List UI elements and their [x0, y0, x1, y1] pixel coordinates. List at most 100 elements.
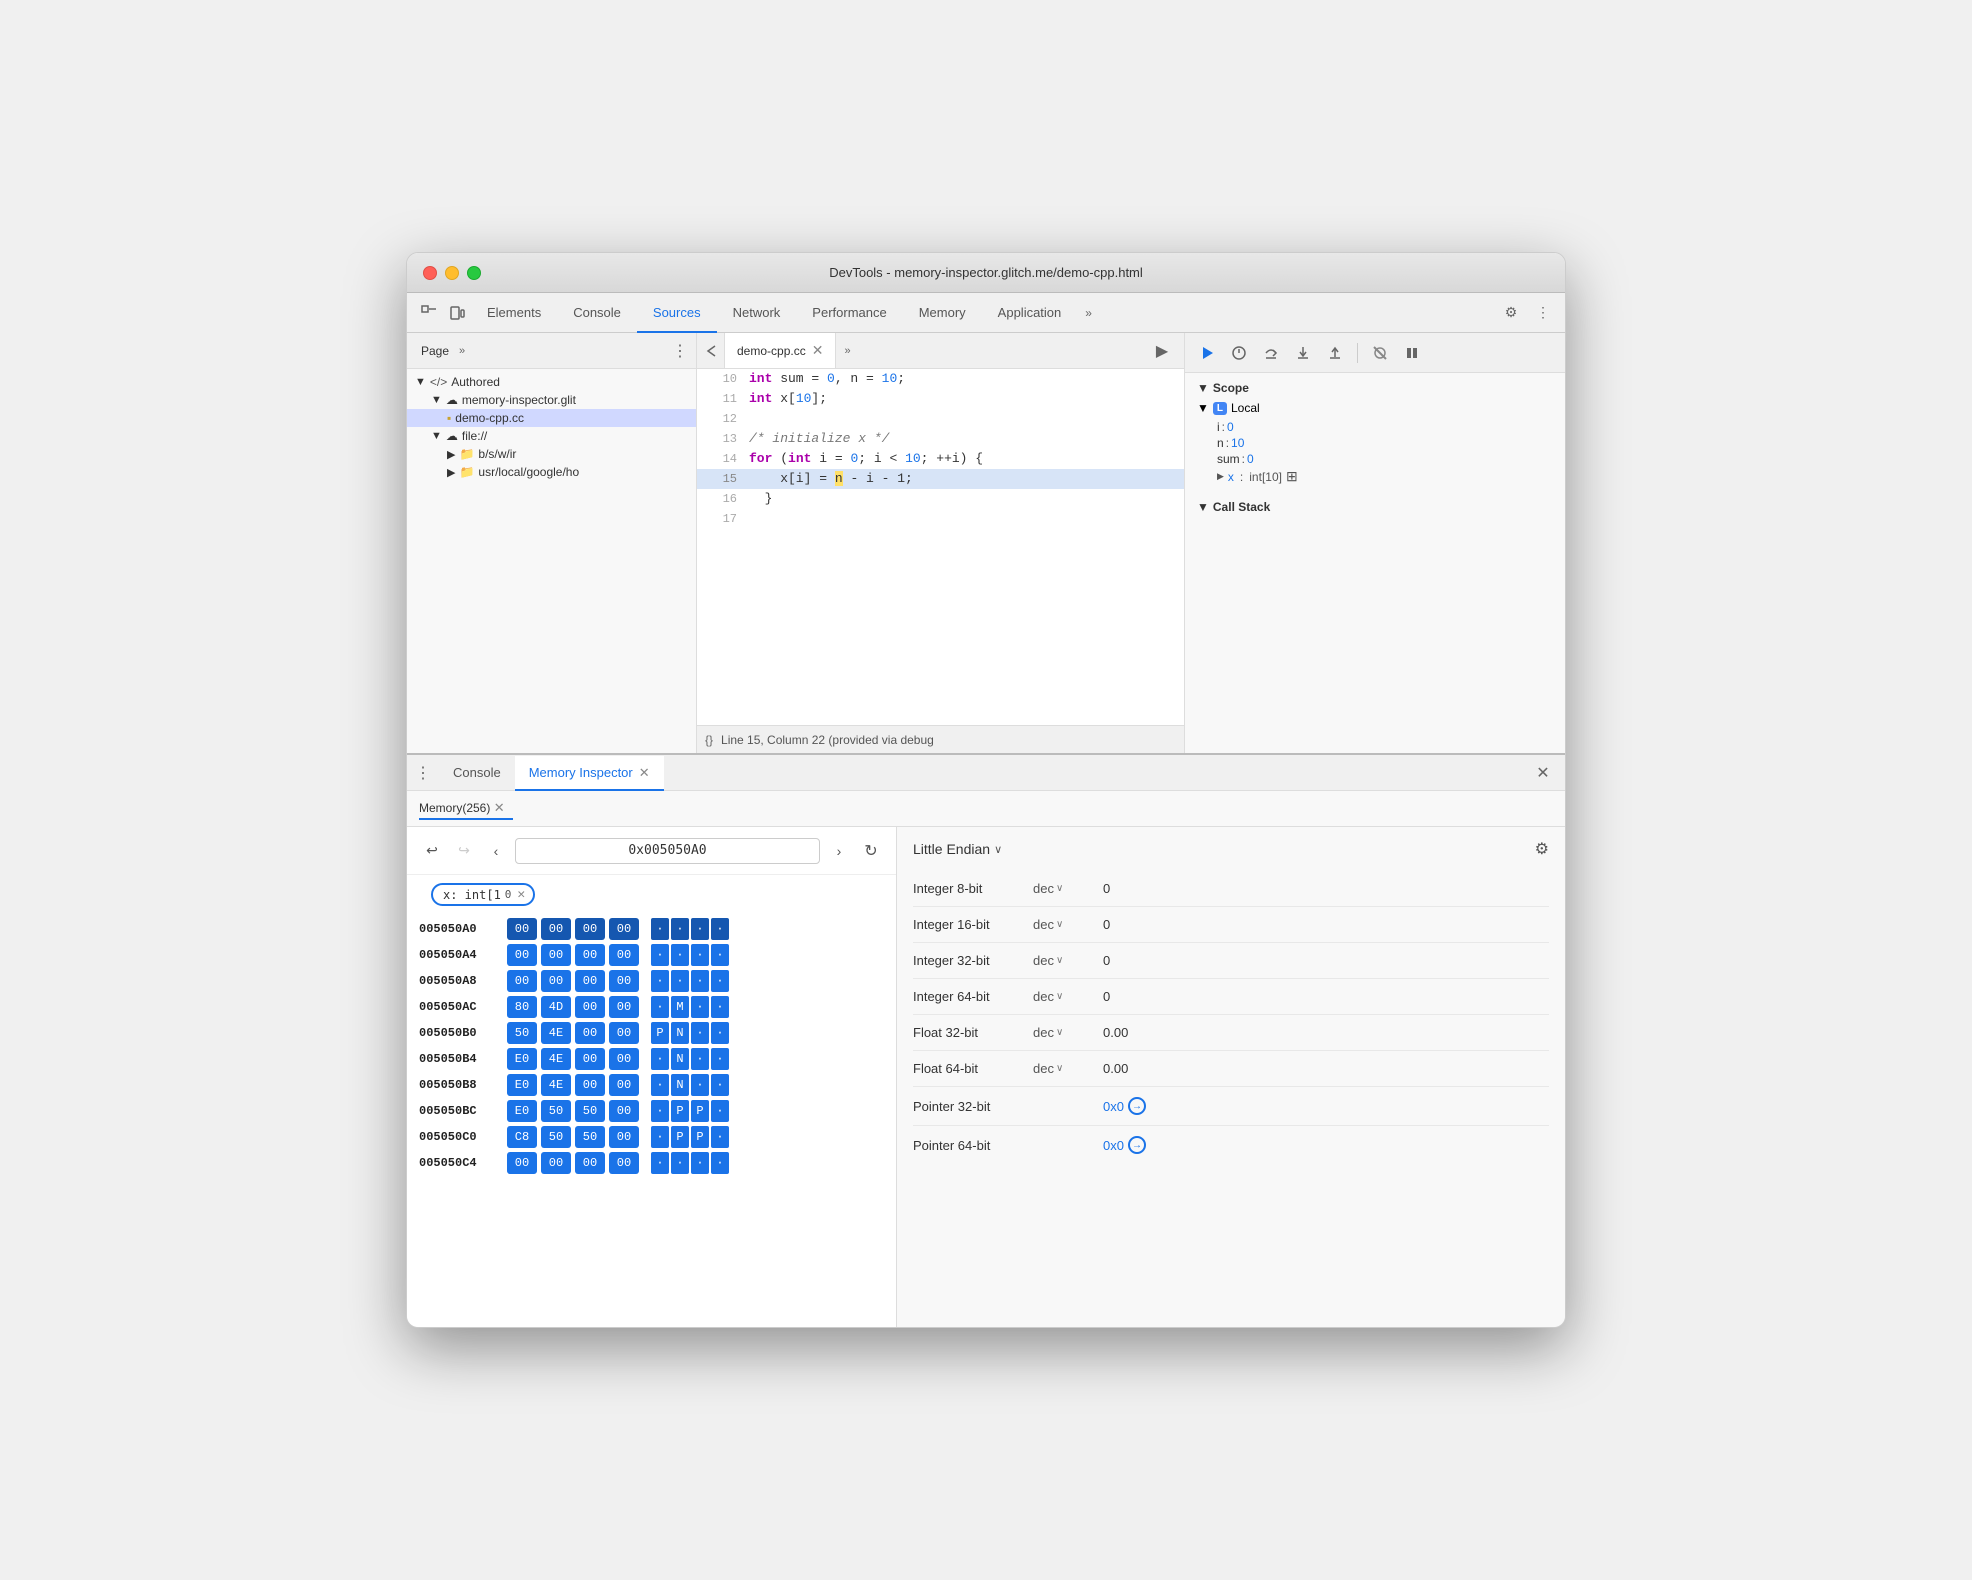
kebab-menu-icon[interactable]: ⋮	[1529, 299, 1557, 327]
hex-byte[interactable]: 00	[541, 1152, 571, 1174]
hex-byte[interactable]: 00	[609, 970, 639, 992]
memory-inspect-icon[interactable]: ⊞	[1286, 468, 1298, 485]
editor-tab-more-icon[interactable]: »	[836, 345, 858, 357]
insp-format-float64[interactable]: dec ∨	[1033, 1061, 1103, 1076]
bottom-close-button[interactable]: ✕	[1529, 759, 1557, 787]
hex-byte[interactable]: 00	[609, 1074, 639, 1096]
insp-format-int32[interactable]: dec ∨	[1033, 953, 1103, 968]
deactivate-breakpoints-button[interactable]	[1366, 339, 1394, 367]
step-out-button[interactable]	[1321, 339, 1349, 367]
hex-byte[interactable]: 4D	[541, 996, 571, 1018]
hex-byte[interactable]: 00	[609, 1126, 639, 1148]
hex-byte[interactable]: 50	[507, 1022, 537, 1044]
hex-byte[interactable]: 00	[609, 1022, 639, 1044]
page-tab[interactable]: Page	[415, 342, 455, 360]
hex-byte[interactable]: 00	[575, 1074, 605, 1096]
tab-memory[interactable]: Memory	[903, 294, 982, 333]
step-into-button[interactable]	[1289, 339, 1317, 367]
hex-byte[interactable]: 00	[541, 918, 571, 940]
hex-byte[interactable]: 00	[507, 918, 537, 940]
hex-byte[interactable]: E0	[507, 1074, 537, 1096]
tab-application[interactable]: Application	[982, 294, 1078, 333]
insp-format-int64[interactable]: dec ∨	[1033, 989, 1103, 1004]
tab-network[interactable]: Network	[717, 294, 797, 333]
tab-sources[interactable]: Sources	[637, 294, 717, 333]
hex-byte[interactable]: 50	[575, 1100, 605, 1122]
hex-byte[interactable]: 00	[541, 970, 571, 992]
tab-console-bottom[interactable]: Console	[439, 756, 515, 791]
address-input[interactable]	[515, 838, 820, 864]
history-back-button[interactable]: ↩	[419, 838, 445, 864]
run-button[interactable]: ▶	[1148, 337, 1176, 365]
hex-byte[interactable]: 00	[575, 1152, 605, 1174]
var-chip-close-icon[interactable]: ✕	[517, 887, 525, 902]
tree-item-file[interactable]: ▼ ☁ file://	[407, 427, 696, 445]
pointer-32-link[interactable]: 0x0 →	[1103, 1097, 1549, 1115]
tab-memory-inspector[interactable]: Memory Inspector ✕	[515, 756, 664, 791]
tab-console[interactable]: Console	[557, 294, 637, 333]
hex-byte[interactable]: 00	[609, 1100, 639, 1122]
memory-subtab-256[interactable]: Memory(256) ✕	[419, 798, 513, 820]
maximize-button[interactable]	[467, 266, 481, 280]
hex-byte[interactable]: 00	[609, 996, 639, 1018]
hex-byte[interactable]: 00	[575, 918, 605, 940]
hex-byte[interactable]: 50	[575, 1126, 605, 1148]
insp-format-int16[interactable]: dec ∨	[1033, 917, 1103, 932]
tab-more[interactable]: »	[1077, 306, 1100, 320]
tab-elements[interactable]: Elements	[471, 294, 557, 333]
hex-byte[interactable]: 00	[609, 1152, 639, 1174]
hex-byte[interactable]: 50	[541, 1126, 571, 1148]
panel-more-icon[interactable]: »	[459, 345, 465, 357]
tree-item-usr[interactable]: ▶ 📁 usr/local/google/ho	[407, 463, 696, 481]
pause-on-exception-button[interactable]	[1225, 339, 1253, 367]
collapse-icon[interactable]	[697, 333, 725, 369]
hex-byte[interactable]: 50	[541, 1100, 571, 1122]
scope-local-header[interactable]: ▼ L Local	[1197, 401, 1553, 415]
insp-format-float32[interactable]: dec ∨	[1033, 1025, 1103, 1040]
hex-byte[interactable]: 00	[575, 1022, 605, 1044]
resume-button[interactable]	[1193, 339, 1221, 367]
hex-byte[interactable]: 4E	[541, 1022, 571, 1044]
close-button[interactable]	[423, 266, 437, 280]
tree-item-memory-inspector[interactable]: ▼ ☁ memory-inspector.glit	[407, 391, 696, 409]
nav-prev-button[interactable]: ‹	[483, 838, 509, 864]
pointer-64-link[interactable]: 0x0 →	[1103, 1136, 1549, 1154]
step-over-button[interactable]	[1257, 339, 1285, 367]
history-forward-button[interactable]: ↪	[451, 838, 477, 864]
hex-byte[interactable]: E0	[507, 1100, 537, 1122]
hex-byte[interactable]: 00	[575, 996, 605, 1018]
hex-byte[interactable]: 4E	[541, 1048, 571, 1070]
refresh-button[interactable]: ↻	[858, 838, 884, 864]
editor-tab-close-icon[interactable]: ✕	[812, 342, 824, 359]
insp-format-int8[interactable]: dec ∨	[1033, 881, 1103, 896]
tree-item-demo-cpp[interactable]: ▪ demo-cpp.cc	[407, 409, 696, 427]
panel-kebab-icon[interactable]: ⋮	[672, 341, 688, 361]
hex-byte[interactable]: 00	[609, 944, 639, 966]
hex-byte[interactable]: 00	[541, 944, 571, 966]
inspect-icon[interactable]	[415, 299, 443, 327]
device-icon[interactable]	[443, 299, 471, 327]
tree-item-authored[interactable]: ▼ </> Authored	[407, 373, 696, 391]
hex-byte[interactable]: 80	[507, 996, 537, 1018]
hex-byte[interactable]: 00	[575, 970, 605, 992]
hex-byte[interactable]: 00	[507, 970, 537, 992]
hex-byte[interactable]: 00	[507, 1152, 537, 1174]
bottom-kebab-icon[interactable]: ⋮	[415, 763, 431, 783]
inspector-settings-icon[interactable]: ⚙	[1535, 839, 1549, 859]
hex-byte[interactable]: 00	[507, 944, 537, 966]
hex-byte[interactable]: 00	[575, 944, 605, 966]
hex-byte[interactable]: 4E	[541, 1074, 571, 1096]
settings-icon[interactable]: ⚙	[1497, 299, 1525, 327]
tab-performance[interactable]: Performance	[796, 294, 902, 333]
hex-byte[interactable]: 00	[609, 1048, 639, 1070]
nav-next-button[interactable]: ›	[826, 838, 852, 864]
minimize-button[interactable]	[445, 266, 459, 280]
tree-item-bsw[interactable]: ▶ 📁 b/s/w/ir	[407, 445, 696, 463]
scope-var-x[interactable]: ▶ x : int[10] ⊞	[1197, 467, 1553, 486]
memory-inspector-tab-close-icon[interactable]: ✕	[639, 765, 650, 781]
pause-button[interactable]	[1398, 339, 1426, 367]
memory-subtab-close-icon[interactable]: ✕	[494, 800, 505, 815]
hex-byte[interactable]: 00	[609, 918, 639, 940]
editor-tab-demo-cpp[interactable]: demo-cpp.cc ✕	[725, 333, 836, 368]
hex-byte[interactable]: E0	[507, 1048, 537, 1070]
